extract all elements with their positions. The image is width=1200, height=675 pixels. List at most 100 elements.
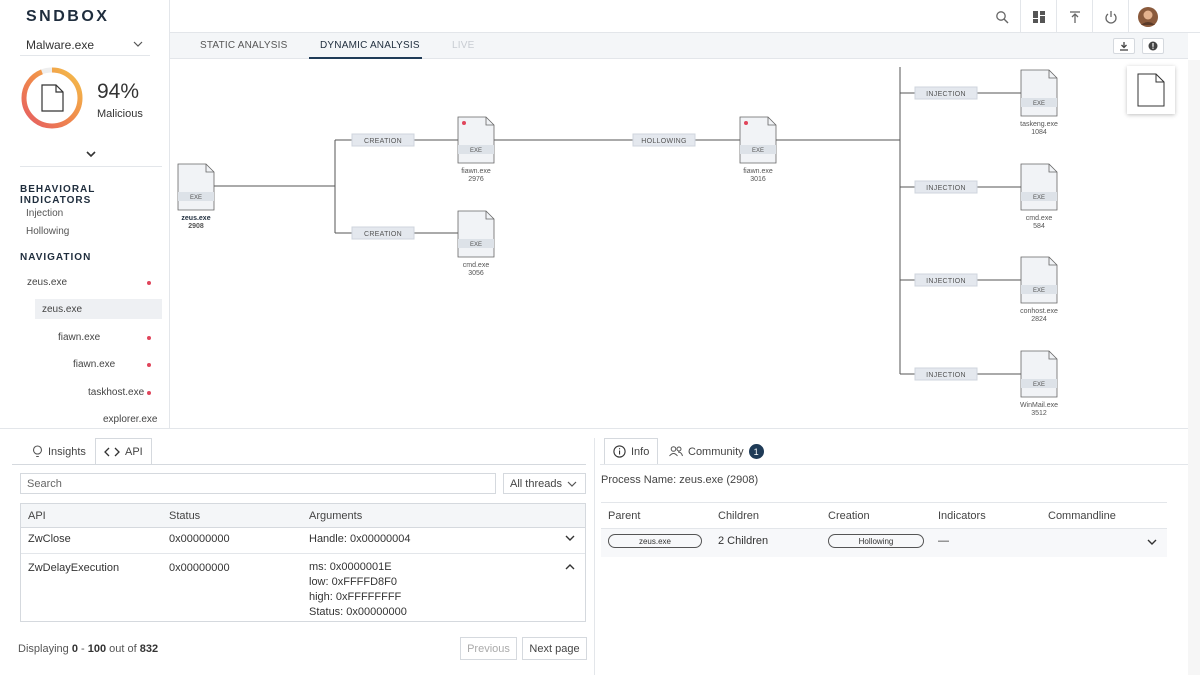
expand-row-icon[interactable]: [565, 534, 575, 542]
malicious-score-ring: [21, 67, 83, 129]
row-status: 0x00000000: [169, 533, 230, 545]
arg-line: high: 0xFFFFFFFF: [309, 591, 402, 603]
tab-info[interactable]: Info: [604, 438, 659, 465]
footer-prefix: Displaying: [18, 643, 69, 655]
tabs-underline: [600, 464, 1188, 465]
arg-line: low: 0xFFFFD8F0: [309, 576, 398, 588]
nav-item-explorer[interactable]: explorer.exe: [103, 414, 157, 425]
process-node-conhost[interactable]: EXE conhost.exe2824: [1020, 256, 1058, 323]
svg-text:EXE: EXE: [752, 148, 764, 154]
search-button[interactable]: [984, 0, 1020, 33]
dashboard-button[interactable]: [1020, 0, 1056, 33]
row-api: ZwClose: [28, 533, 71, 545]
power-button[interactable]: [1092, 0, 1128, 33]
next-page-button[interactable]: Next page: [522, 637, 587, 660]
process-name-label: zeus.exe: [181, 215, 210, 222]
process-node-cmd2[interactable]: EXE cmd.exe584: [1020, 163, 1058, 230]
footer-total: 832: [139, 643, 159, 655]
expand-chevron-icon[interactable]: [84, 147, 98, 161]
tab-dynamic-analysis[interactable]: DYNAMIC ANALYSIS: [320, 40, 420, 51]
tab-info-label: Info: [631, 445, 650, 458]
nav-item-fiawn[interactable]: fiawn.exe: [58, 332, 100, 343]
file-selector[interactable]: Malware.exe: [20, 36, 150, 56]
collapse-row-icon[interactable]: [565, 563, 575, 571]
file-name: Malware.exe: [26, 38, 95, 52]
svg-text:CREATION: CREATION: [364, 231, 402, 238]
download-button[interactable]: [1113, 38, 1135, 54]
file-thumbnail[interactable]: [1127, 66, 1175, 114]
community-count-badge: 1: [748, 444, 764, 459]
svg-text:EXE: EXE: [470, 148, 482, 154]
malicious-dot: [147, 391, 151, 395]
process-name: Process Name: zeus.exe (2908): [601, 474, 759, 486]
nav-item-fiawn-child[interactable]: fiawn.exe: [73, 359, 115, 370]
process-node-zeus[interactable]: EXE zeus.exe2908: [177, 163, 215, 230]
tab-api-label: API: [125, 445, 143, 458]
user-avatar-button[interactable]: [1128, 0, 1166, 33]
process-node-cmd1[interactable]: EXE cmd.exe3056: [457, 210, 495, 277]
nav-item-zeus-child[interactable]: zeus.exe: [42, 304, 82, 315]
upload-button[interactable]: [1056, 0, 1092, 33]
alert-icon: [1148, 41, 1158, 51]
api-table-header: API Status Arguments: [21, 504, 585, 528]
behavioral-indicators-title: BEHAVIORAL INDICATORS: [20, 184, 96, 206]
row-args: Handle: 0x00000004: [309, 533, 411, 545]
tab-insights[interactable]: Insights: [24, 438, 94, 465]
avatar: [1137, 6, 1158, 27]
code-icon: [104, 447, 120, 456]
process-node-fiawn2[interactable]: EXE fiawn.exe3016: [739, 116, 777, 183]
chevron-down-icon[interactable]: [1147, 538, 1157, 546]
col-children: Children: [718, 510, 759, 522]
footer-to: 100: [87, 643, 107, 655]
process-name-label: WinMail.exe: [1020, 402, 1058, 409]
threads-select[interactable]: All threads: [503, 473, 586, 494]
svg-text:EXE: EXE: [1033, 288, 1045, 294]
tab-api[interactable]: API: [95, 438, 152, 465]
svg-text:HOLLOWING: HOLLOWING: [641, 138, 686, 145]
edge-label: CREATION: [351, 133, 415, 147]
divider: [0, 428, 1188, 429]
indicator-hollowing[interactable]: Hollowing: [26, 226, 69, 237]
pagination-summary: Displaying 0 - 100 out of 832: [18, 643, 158, 655]
process-name-label: cmd.exe: [1026, 215, 1053, 222]
process-node-taskeng[interactable]: EXE taskeng.exe1084: [1020, 69, 1058, 136]
row-api: ZwDelayExecution: [28, 562, 120, 574]
parent-pill[interactable]: zeus.exe: [608, 534, 702, 548]
search-input[interactable]: Search: [20, 473, 496, 494]
process-node-fiawn1[interactable]: EXE fiawn.exe2976: [457, 116, 495, 183]
score-label: Malicious: [97, 108, 143, 120]
col-arguments[interactable]: Arguments: [309, 510, 362, 522]
arg-line: ms: 0x0000001E: [309, 561, 392, 573]
arg-line: Status: 0x00000000: [309, 606, 407, 618]
svg-text:INJECTION: INJECTION: [926, 185, 966, 192]
process-node-winmail[interactable]: EXE WinMail.exe3512: [1020, 350, 1058, 417]
vertical-scrollbar[interactable]: [1188, 60, 1200, 675]
alert-button[interactable]: [1142, 38, 1164, 54]
tab-static-analysis[interactable]: STATIC ANALYSIS: [200, 40, 287, 51]
sidebar: SNDBOX Malware.exe 94% Malicious BEHAVIO…: [0, 0, 170, 428]
file-icon: [41, 84, 64, 112]
footer-sep: -: [81, 643, 85, 655]
children-count[interactable]: 2 Children: [718, 535, 768, 547]
col-api[interactable]: API: [28, 510, 46, 522]
nav-item-taskhost[interactable]: taskhost.exe: [88, 387, 144, 398]
app-logo: SNDBOX: [26, 8, 110, 25]
power-icon: [1104, 10, 1117, 24]
col-indicators: Indicators: [938, 510, 986, 522]
edge-label: INJECTION: [914, 273, 978, 287]
process-pid-label: 3512: [1031, 410, 1047, 417]
svg-text:EXE: EXE: [190, 195, 202, 201]
previous-button[interactable]: Previous: [460, 637, 517, 660]
col-parent: Parent: [608, 510, 641, 522]
nav-item-zeus[interactable]: zeus.exe: [27, 277, 67, 288]
malicious-dot: [462, 121, 466, 125]
tab-live[interactable]: LIVE: [452, 40, 474, 51]
tab-insights-label: Insights: [48, 445, 86, 458]
svg-text:EXE: EXE: [1033, 195, 1045, 201]
edge-label: INJECTION: [914, 180, 978, 194]
tab-community[interactable]: Community 1: [661, 438, 772, 465]
indicators-value: —: [938, 535, 949, 547]
process-name-label: fiawn.exe: [461, 168, 491, 175]
indicator-injection[interactable]: Injection: [26, 208, 63, 219]
col-status[interactable]: Status: [169, 510, 200, 522]
